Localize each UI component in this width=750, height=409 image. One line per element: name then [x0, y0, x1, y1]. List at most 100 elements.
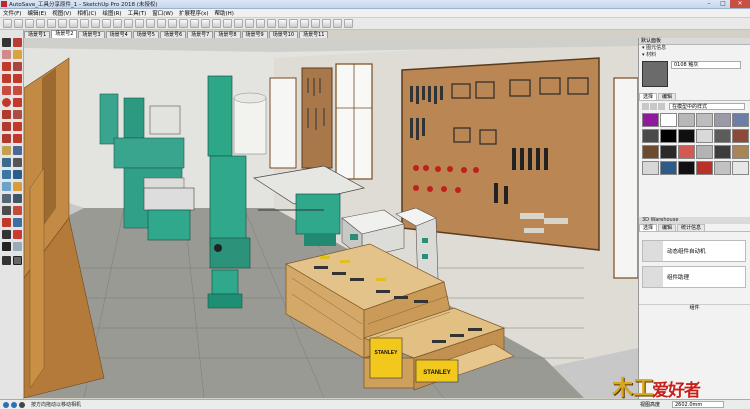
rotate-tool-icon[interactable]	[102, 19, 111, 28]
position-camera-icon[interactable]	[2, 218, 11, 227]
line-tool-icon[interactable]	[36, 19, 45, 28]
menu-window[interactable]: 窗口(W)	[149, 9, 176, 17]
materials-header[interactable]: ▾ 材料	[639, 52, 750, 59]
material-swatch[interactable]	[642, 145, 659, 159]
library-select[interactable]: 在模型中的样式	[669, 103, 745, 110]
orbit-icon[interactable]	[2, 182, 11, 191]
menu-tools[interactable]: 工具(T)	[125, 9, 150, 17]
wireframe-style-icon[interactable]	[311, 19, 320, 28]
back-view-icon[interactable]	[278, 19, 287, 28]
menu-extensions[interactable]: 扩展程序(x)	[176, 9, 212, 17]
material-swatch[interactable]	[660, 145, 677, 159]
tab-scene-11[interactable]: 场景号11	[299, 31, 329, 38]
iso-view-icon[interactable]	[234, 19, 243, 28]
select-tool-icon[interactable]	[3, 19, 12, 28]
material-swatch[interactable]	[732, 129, 749, 143]
minimize-button[interactable]: –	[702, 0, 716, 8]
push-pull-icon[interactable]	[69, 19, 78, 28]
forward-arrow-icon[interactable]	[650, 103, 657, 110]
pan-hand-icon[interactable]	[13, 256, 22, 265]
material-swatch[interactable]	[642, 113, 659, 127]
material-swatch[interactable]	[678, 113, 695, 127]
look-around-icon[interactable]	[2, 230, 11, 239]
dimension-icon[interactable]	[13, 146, 22, 155]
menu-edit[interactable]: 编辑(E)	[24, 9, 49, 17]
push-pull-tool-icon[interactable]	[13, 110, 22, 119]
tab-components-select[interactable]: 选择	[639, 224, 658, 231]
eraser-tool-icon[interactable]	[14, 19, 23, 28]
material-swatch[interactable]	[660, 113, 677, 127]
tab-scene-6[interactable]: 场景号6	[159, 31, 187, 38]
extension-warehouse-icon[interactable]	[212, 19, 221, 28]
pan-icon[interactable]	[13, 182, 22, 191]
tab-scene-8[interactable]: 场景号8	[214, 31, 241, 38]
material-swatch[interactable]	[714, 145, 731, 159]
3d-viewport[interactable]: STANLEY STANLEY	[24, 38, 638, 398]
scale-icon[interactable]	[2, 134, 11, 143]
arc-icon[interactable]	[2, 74, 11, 83]
rotated-rectangle-icon[interactable]	[13, 86, 22, 95]
orbit-tool-icon[interactable]	[157, 19, 166, 28]
credits-icon[interactable]	[11, 401, 17, 408]
material-swatch[interactable]	[642, 161, 659, 175]
top-view-icon[interactable]	[245, 19, 254, 28]
previous-view-icon[interactable]	[13, 206, 22, 215]
text-tool-icon[interactable]	[135, 19, 144, 28]
offset-tool-icon[interactable]	[80, 19, 89, 28]
menu-file[interactable]: 文件(F)	[0, 9, 24, 17]
front-view-icon[interactable]	[256, 19, 265, 28]
polygon-icon[interactable]	[13, 98, 22, 107]
material-swatch[interactable]	[696, 113, 713, 127]
material-swatch[interactable]	[696, 129, 713, 143]
tab-select[interactable]: 选择	[639, 93, 658, 100]
tape-icon[interactable]	[2, 146, 11, 155]
menu-draw[interactable]: 绘图(R)	[99, 9, 124, 17]
scale-tool-icon[interactable]	[113, 19, 122, 28]
tab-scene-2[interactable]: 场景号2	[51, 30, 78, 38]
menu-help[interactable]: 帮助(H)	[212, 9, 237, 17]
offset-icon[interactable]	[13, 134, 22, 143]
material-swatch[interactable]	[678, 145, 695, 159]
tab-scene-9[interactable]: 场景号9	[241, 31, 268, 38]
tab-components-edit[interactable]: 编辑	[658, 224, 677, 231]
material-name-field[interactable]: 0108 釉灰	[671, 61, 741, 69]
3d-text-icon[interactable]	[13, 170, 22, 179]
tape-measure-icon[interactable]	[124, 19, 133, 28]
component-item[interactable]: 组件助理	[642, 266, 746, 288]
layout-icon[interactable]	[223, 19, 232, 28]
tab-edit[interactable]: 编辑	[658, 93, 677, 100]
tab-components-stats[interactable]: 统计信息	[677, 224, 706, 231]
material-swatch[interactable]	[714, 161, 731, 175]
tab-scene-5[interactable]: 场景号5	[132, 31, 159, 38]
tab-scene-3[interactable]: 场景号3	[78, 31, 105, 38]
move-icon[interactable]	[2, 110, 11, 119]
walk-icon[interactable]	[13, 218, 22, 227]
zoom-window-icon[interactable]	[13, 194, 22, 203]
material-swatch[interactable]	[660, 161, 677, 175]
axes-icon[interactable]	[2, 170, 11, 179]
eraser-icon[interactable]	[2, 50, 11, 59]
material-swatch[interactable]	[732, 161, 749, 175]
material-swatch[interactable]	[660, 129, 677, 143]
footprint-icon[interactable]	[2, 242, 11, 251]
tab-scene-7[interactable]: 场景号7	[187, 31, 214, 38]
xray-style-icon[interactable]	[300, 19, 309, 28]
paint-icon[interactable]	[13, 50, 22, 59]
material-swatch[interactable]	[696, 161, 713, 175]
tab-scene-1[interactable]: 场景号1	[24, 31, 51, 38]
walk-feet-icon[interactable]	[2, 256, 11, 265]
hidden-line-style-icon[interactable]	[322, 19, 331, 28]
section-plane-icon[interactable]	[13, 230, 22, 239]
paint-bucket-icon[interactable]	[25, 19, 34, 28]
pencil-icon[interactable]	[2, 62, 11, 71]
rectangle-tool-icon[interactable]	[58, 19, 67, 28]
shaded-style-icon[interactable]	[333, 19, 342, 28]
components-header[interactable]: 3D Warehouse	[639, 217, 750, 224]
material-swatch[interactable]	[732, 145, 749, 159]
rotate-icon[interactable]	[2, 122, 11, 131]
rectangle-icon[interactable]	[2, 86, 11, 95]
home-icon[interactable]	[658, 103, 665, 110]
material-swatch[interactable]	[714, 113, 731, 127]
make-component-icon[interactable]	[13, 38, 22, 47]
tab-scene-4[interactable]: 场景号4	[105, 31, 132, 38]
